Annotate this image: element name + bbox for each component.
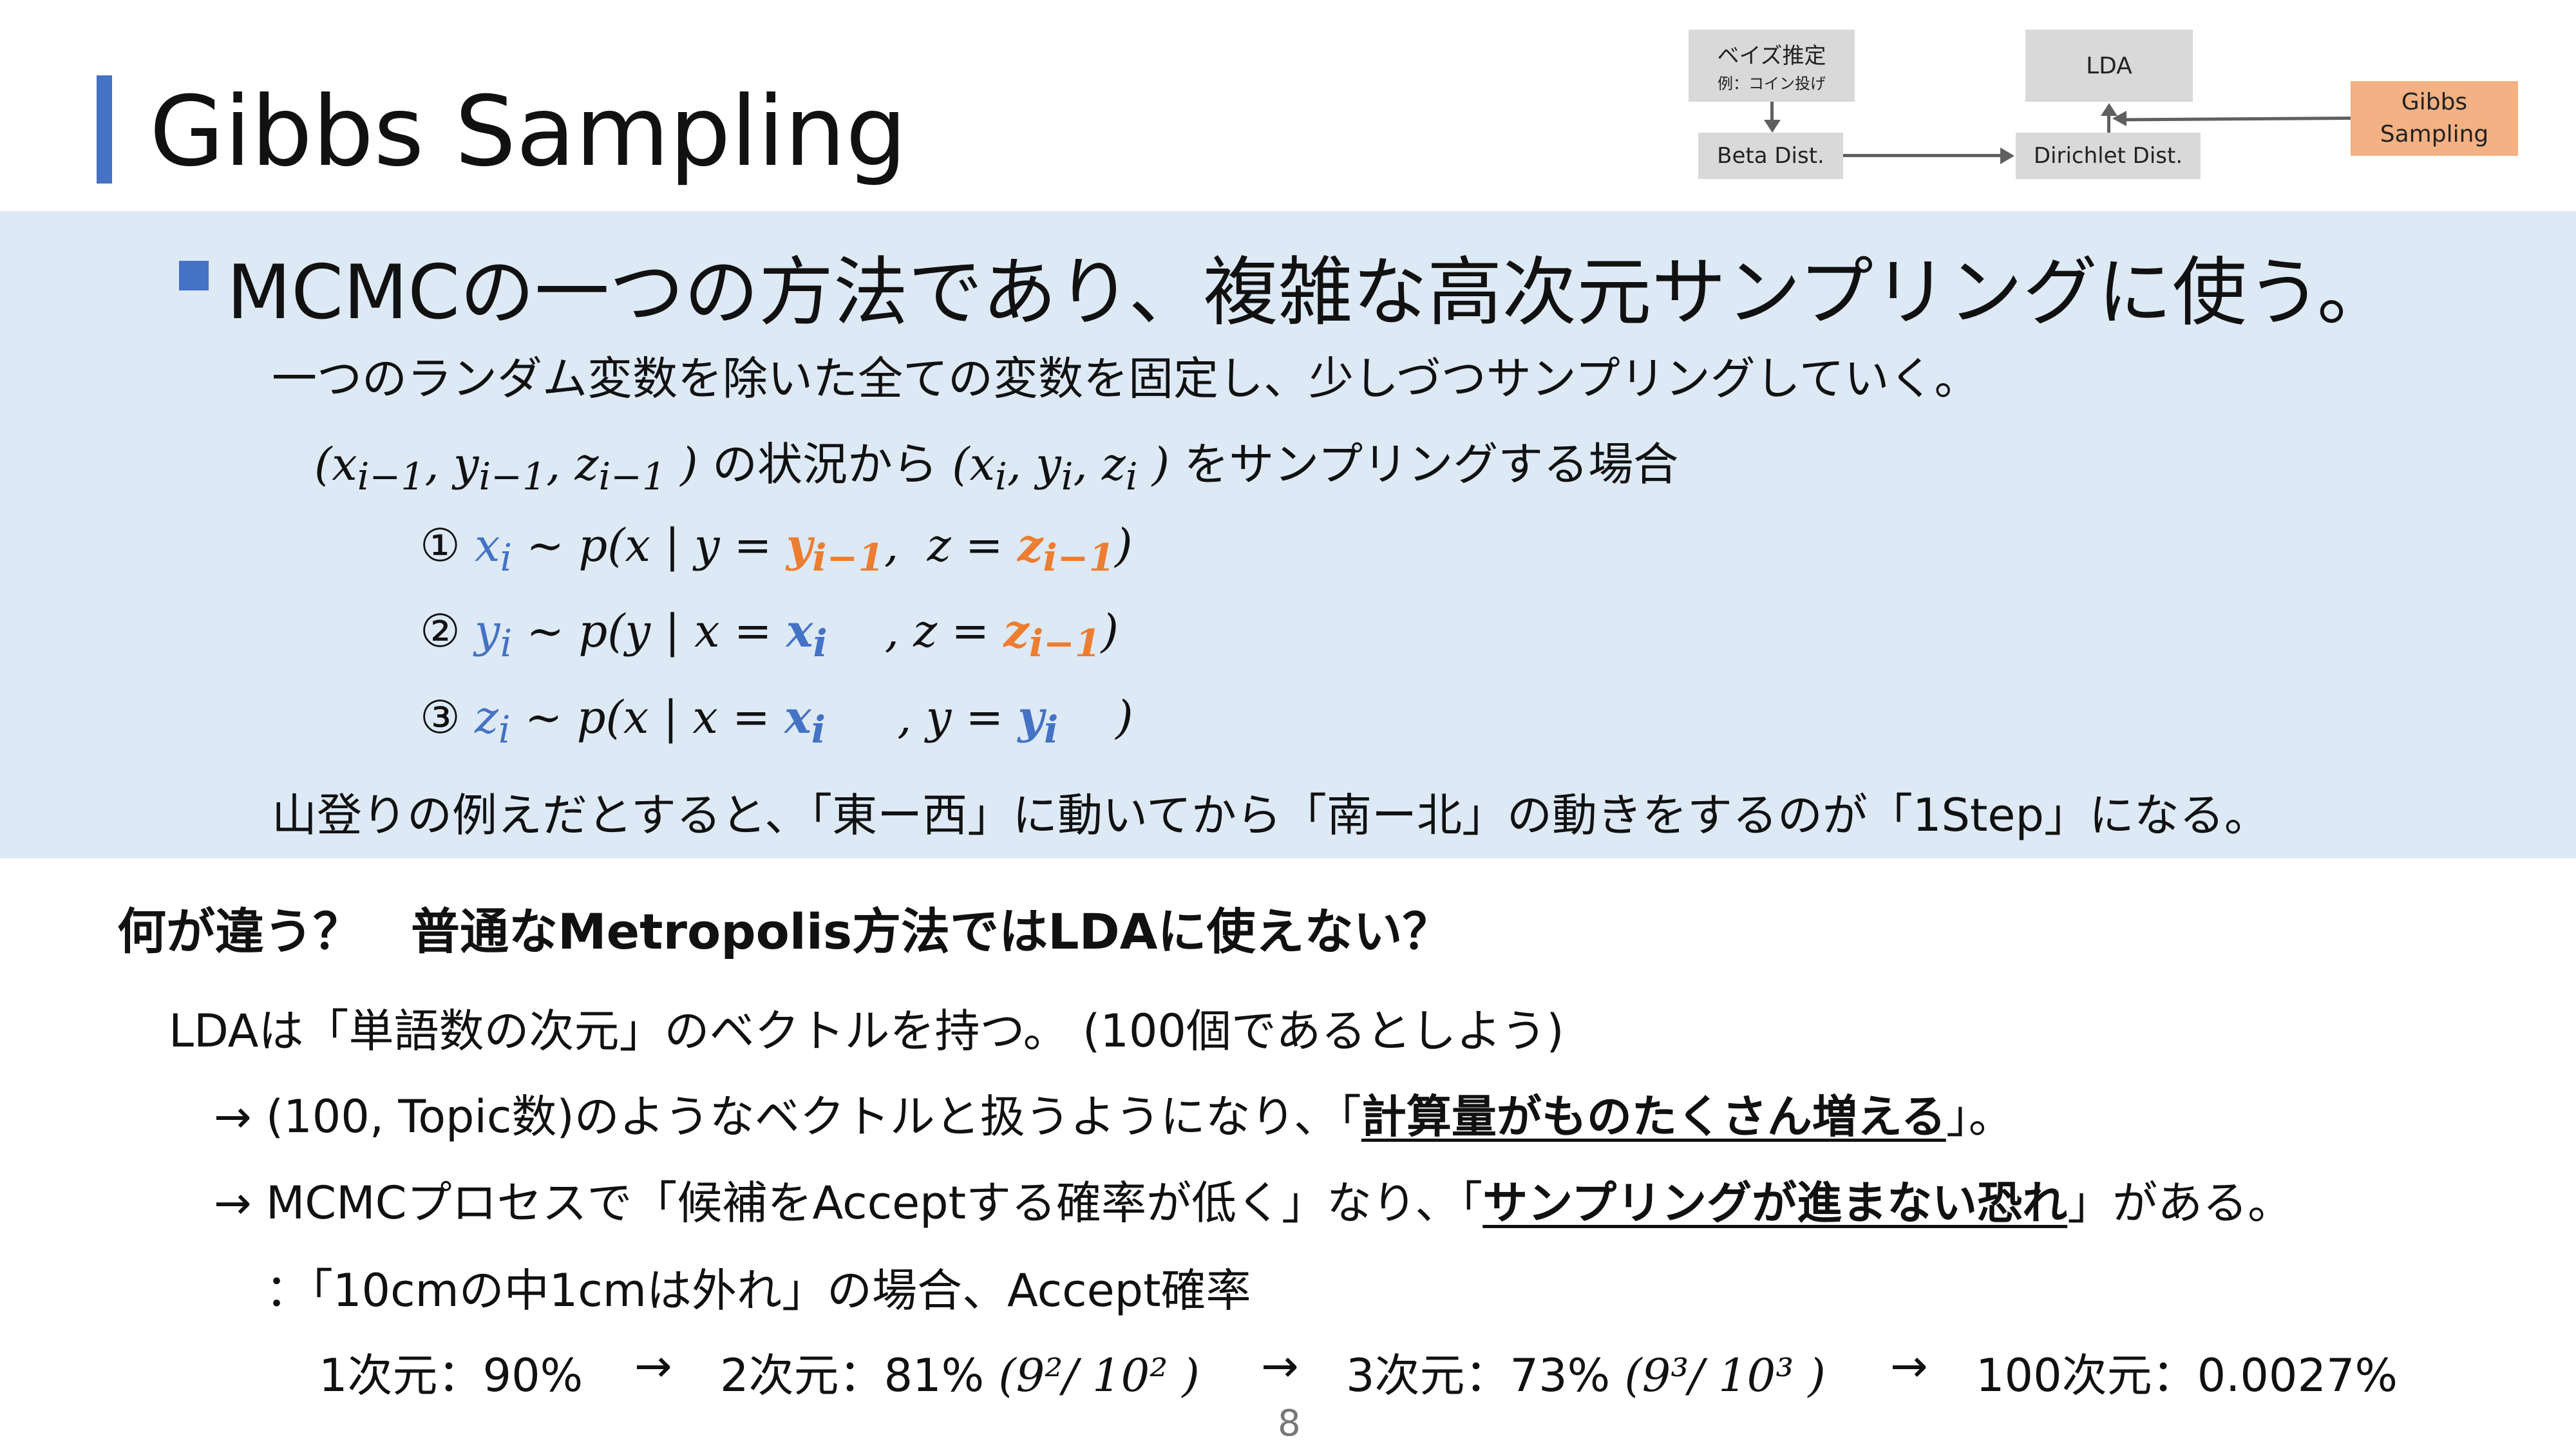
gibbs-step-1: ① xi ~ p(x | y = yi−1, z = zi−1) <box>420 518 1133 580</box>
underlined-phrase: 計算量がものたくさん増える <box>1361 1090 1946 1143</box>
dim-3d: 3次元：73% (9³/ 10³ ) <box>1346 1349 1826 1402</box>
band-analogy: 山登りの例えだとすると、「東ー西」に動いてから「南ー北」の動きをするのが「1St… <box>272 789 2269 842</box>
state-prev: (xi−1, yi−1, zi−1 ) <box>314 438 698 498</box>
gibbs-sampling-box: Gibbs Sampling <box>2351 81 2518 156</box>
gibbs-step-2: ② yi ~ p(y | x = xi , z = zi−1) <box>420 604 1119 665</box>
arrow-icon: → <box>1890 1340 1928 1392</box>
state-curr: (xi, yi, zi ) <box>952 438 1170 498</box>
arrow-beta-dirichlet <box>1843 154 2002 157</box>
dim-100d: 100次元：0.0027% <box>1976 1349 2398 1402</box>
question-heading: 何が違う？ 普通なMetropolis方法ではLDAに使えない？ <box>117 903 1452 960</box>
lower-line-4: ：「10cmの中1cmは外れ」の場合、Accept確率 <box>265 1264 1251 1317</box>
lower-line-2: → (100, Topic数)のようなベクトルと扱うようになり、「計算量がものた… <box>214 1090 2014 1143</box>
band-heading: MCMCの一つの方法であり、複雑な高次元サンプリングに使う。 <box>227 249 2392 336</box>
arrow-icon: → <box>634 1340 672 1392</box>
arrowhead-down-icon <box>1764 120 1781 133</box>
lower-line-3: → MCMCプロセスで「候補をAcceptする確率が低く」なり、「サンプリングが… <box>214 1177 2293 1229</box>
title-accent-bar <box>97 75 112 184</box>
underlined-phrase: サンプリングが進まない恐れ <box>1482 1177 2068 1229</box>
dim-1d: 1次元：90% <box>319 1349 583 1402</box>
arrowhead-left-icon <box>2112 111 2126 126</box>
arrowhead-right-icon <box>2000 147 2014 164</box>
gibbs-step-3: ③ zi ~ p(x | x = xi , y = yi ) <box>420 690 1133 752</box>
beta-dist-box: Beta Dist. <box>1698 133 1843 179</box>
arrow-icon: → <box>1261 1340 1299 1392</box>
page-number: 8 <box>1278 1403 1301 1444</box>
arrow-dirichlet-lda <box>2107 116 2110 133</box>
arrow-bayes-beta <box>1770 102 1774 121</box>
bayes-box: ベイズ推定 例：コイン投げ <box>1689 30 1855 102</box>
band-line-1: 一つのランダム変数を除いた全ての変数を固定し、少しづつサンプリングしていく。 <box>272 352 1980 405</box>
arrow-gibbs-lda <box>2125 117 2351 122</box>
bullet-square-icon <box>179 261 209 290</box>
dim-2d: 2次元：81% (9²/ 10² ) <box>720 1349 1200 1402</box>
lower-line-1: LDAは「単語数の次元」のベクトルを持つ。 (100個であるとしよう) <box>169 1005 1564 1057</box>
page-title: Gibbs Sampling <box>149 76 907 188</box>
band-line-2: (xi−1, yi−1, zi−1 ) の状況から (xi, yi, zi ) … <box>314 438 1679 498</box>
lda-box: LDA <box>2025 30 2193 102</box>
dirichlet-dist-box: Dirichlet Dist. <box>2016 133 2201 179</box>
